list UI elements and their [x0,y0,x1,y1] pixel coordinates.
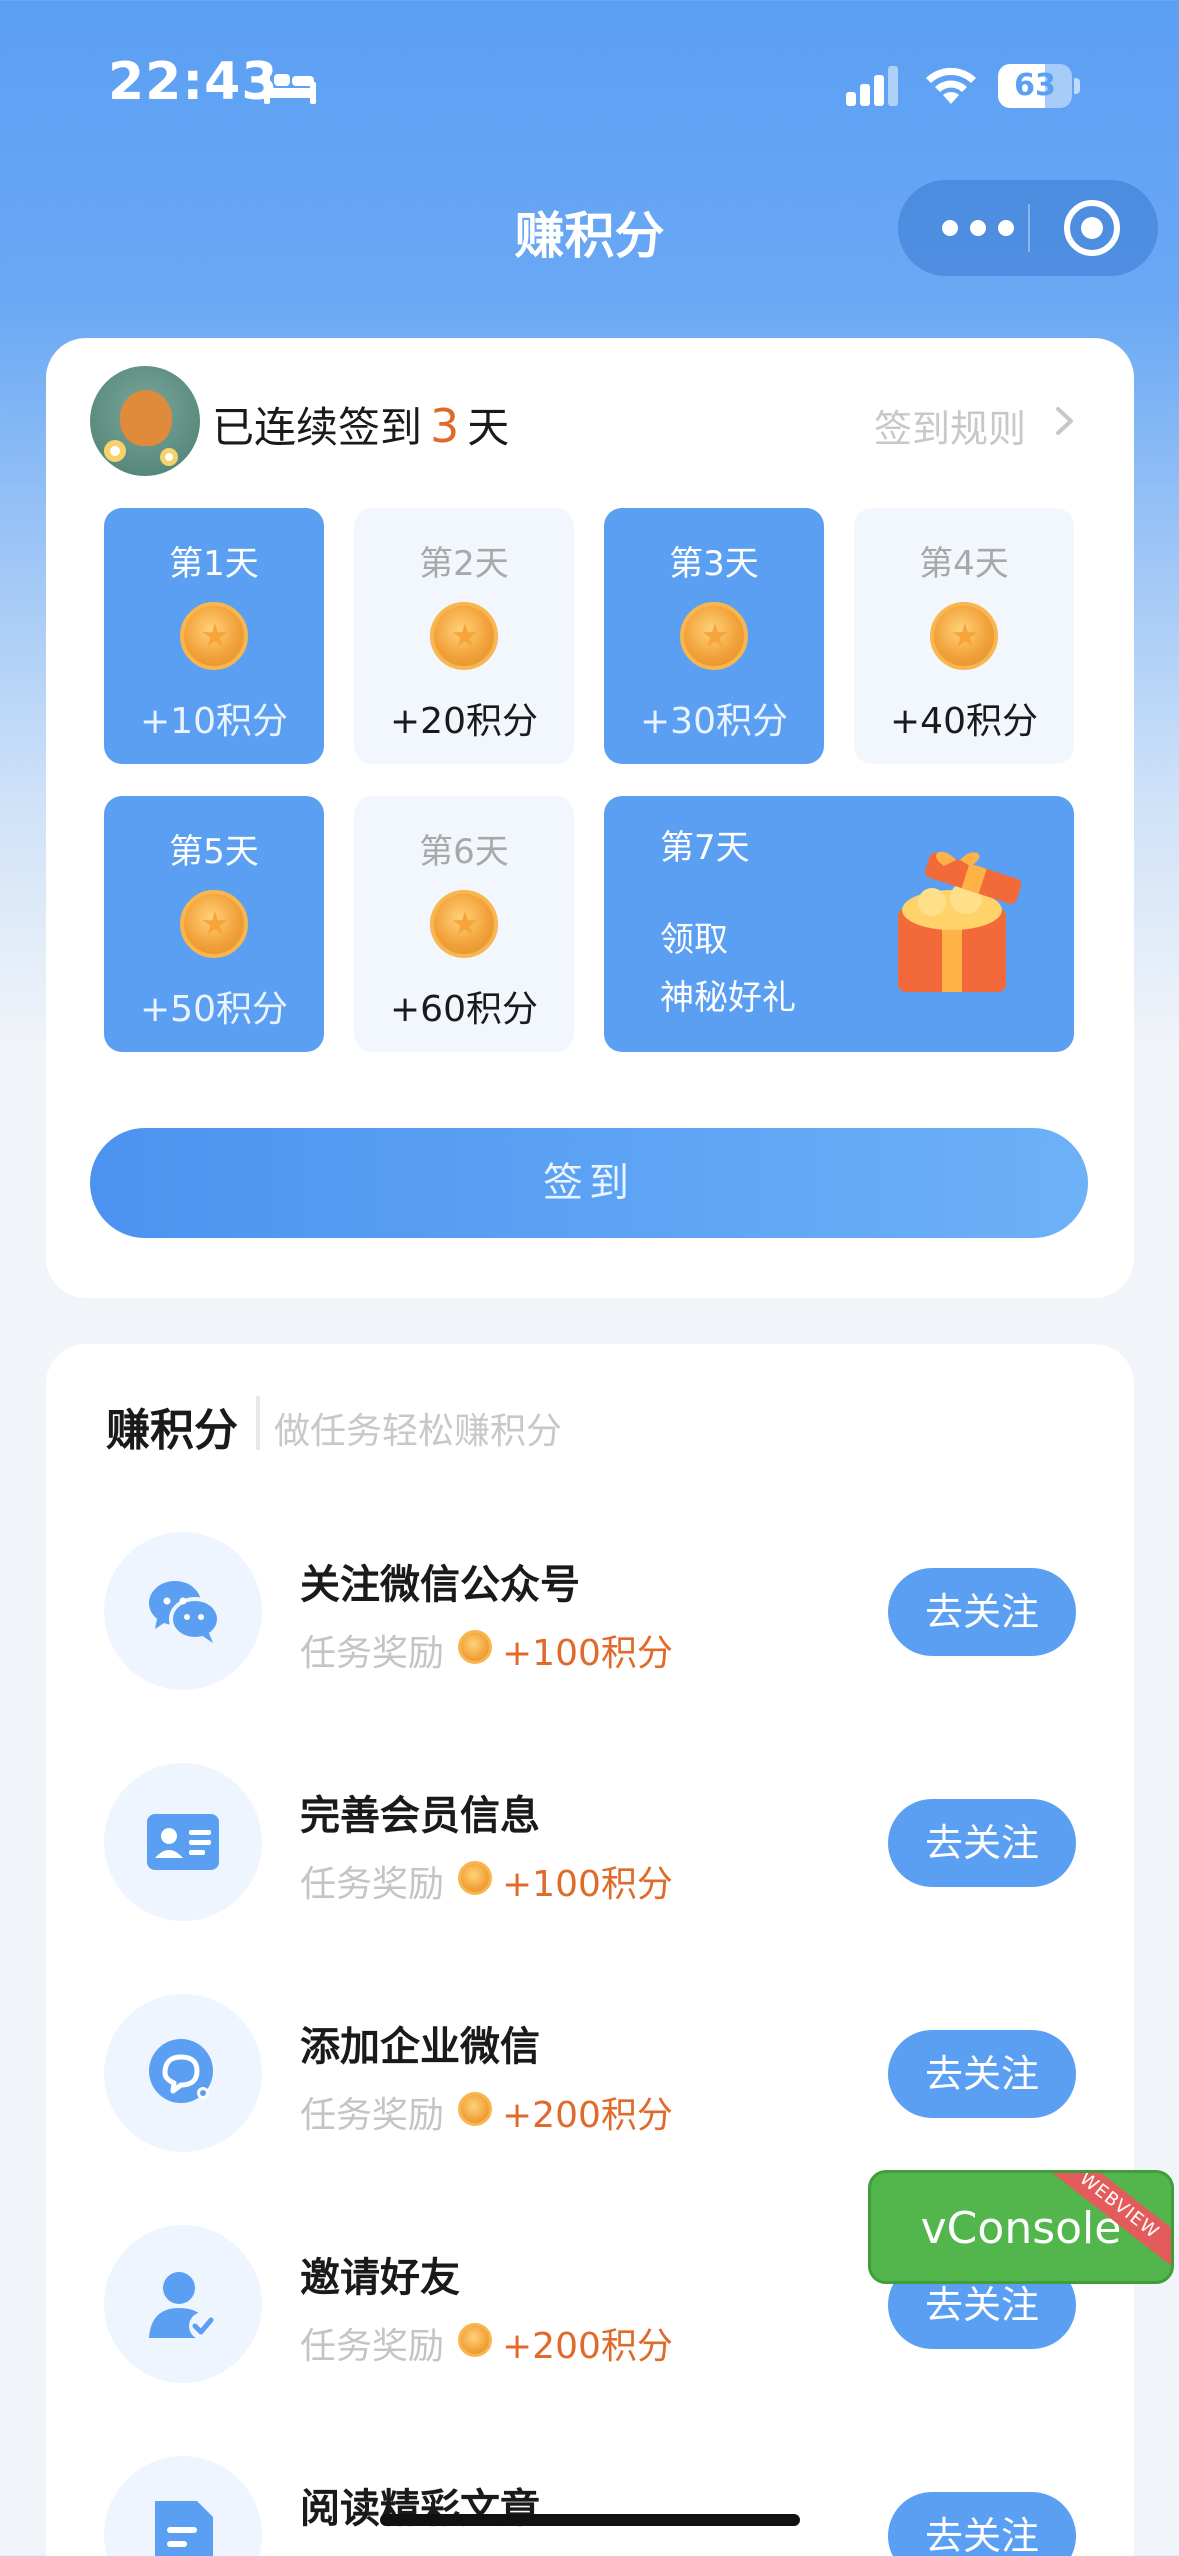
coin-icon [458,1630,492,1664]
home-indicator[interactable] [380,2514,800,2526]
cellular-signal-icon [846,66,898,106]
coin-icon [180,602,248,670]
day-card-5[interactable]: 第5天 +50积分 [104,796,324,1052]
task-name: 关注微信公众号 [300,1562,580,1608]
battery-level: 63 [1014,68,1056,103]
task-action-button[interactable]: 去关注 [888,2030,1076,2118]
task-reward-label: 任务奖励 [300,1633,445,1674]
day-points: +20积分 [390,701,538,742]
work-wechat-icon [104,1994,262,2152]
coin-icon [430,602,498,670]
task-action-button[interactable]: 去关注 [888,1799,1076,1887]
task-reward-label: 任务奖励 [300,2095,445,2136]
sign-in-button[interactable]: 签到 [90,1128,1088,1238]
coin-icon [680,602,748,670]
task-item: 完善会员信息任务奖励 +100积分 去关注 [46,1763,1134,1943]
streak-days: 3 [430,399,460,453]
day7-line1: 领取 [660,920,728,960]
day-label: 第7天 [660,828,750,868]
task-reward-points: +100积分 [502,1864,673,1905]
task-item: 关注微信公众号任务奖励 +100积分 去关注 [46,1532,1134,1712]
chevron-right-icon[interactable] [1054,406,1076,436]
day-card-2[interactable]: 第2天 +20积分 [354,508,574,764]
day-card-1[interactable]: 第1天 +10积分 [104,508,324,764]
day-label: 第1天 [169,544,259,584]
more-menu-icon[interactable] [928,180,1028,276]
day-points: +30积分 [640,701,788,742]
day-card-3[interactable]: 第3天 +30积分 [604,508,824,764]
day-card-6[interactable]: 第6天 +60积分 [354,796,574,1052]
task-name: 邀请好友 [300,2255,460,2301]
title-divider [256,1396,260,1450]
day7-line2: 神秘好礼 [660,978,796,1018]
avatar [90,366,200,476]
coin-icon [458,2323,492,2357]
wechat-icon [104,1532,262,1690]
day-card-7[interactable]: 第7天 领取 神秘好礼 [604,796,1074,1052]
day-points: +10积分 [140,701,288,742]
invite-user-icon [104,2225,262,2383]
article-icon [104,2456,262,2556]
coin-icon [930,602,998,670]
day-label: 第4天 [919,544,1009,584]
sleep-focus-icon [264,70,316,104]
coin-icon [458,2092,492,2126]
vconsole-button[interactable]: vConsole WEBVIEW [868,2170,1174,2284]
tasks-subtitle: 做任务轻松赚积分 [274,1411,563,1452]
task-name: 添加企业微信 [300,2024,540,2070]
task-reward-label: 任务奖励 [300,2326,445,2367]
coin-icon [458,1861,492,1895]
task-reward-points: +100积分 [502,1633,673,1674]
task-item: 添加企业微信任务奖励 +200积分 去关注 [46,1994,1134,2174]
task-reward-label: 任务奖励 [300,1864,445,1905]
wifi-icon [926,67,976,104]
task-name: 完善会员信息 [300,1793,540,1839]
day-label: 第6天 [419,832,509,872]
coin-icon [180,890,248,958]
gift-box-icon [898,851,1022,992]
coin-icon [430,890,498,958]
close-miniprogram-icon[interactable] [1064,200,1120,256]
task-reward-points: +200积分 [502,2095,673,2136]
miniprogram-capsule [898,180,1158,276]
day-points: +50积分 [140,989,288,1030]
task-action-button[interactable]: 去关注 [888,1568,1076,1656]
day-label: 第3天 [669,544,759,584]
id-card-icon [104,1763,262,1921]
task-reward-points: +200积分 [502,2326,673,2367]
day-label: 第2天 [419,544,509,584]
status-time: 22:43 [108,52,279,112]
task-action-button[interactable]: 去关注 [888,2492,1076,2556]
streak-prefix: 已连续签到 [212,403,423,452]
day-label: 第5天 [169,832,259,872]
battery-indicator: 63 [998,64,1080,108]
task-item: 阅读精彩文章 去关注 [46,2456,1134,2556]
streak-suffix: 天 [467,403,510,452]
streak-text: 已连续签到 3 天 [212,394,509,455]
tasks-title: 赚积分 [106,1405,238,1456]
day-points: +60积分 [390,989,538,1030]
day-points: +40积分 [890,701,1038,742]
day-card-4[interactable]: 第4天 +40积分 [854,508,1074,764]
checkin-rules-link[interactable]: 签到规则 [874,398,1026,453]
